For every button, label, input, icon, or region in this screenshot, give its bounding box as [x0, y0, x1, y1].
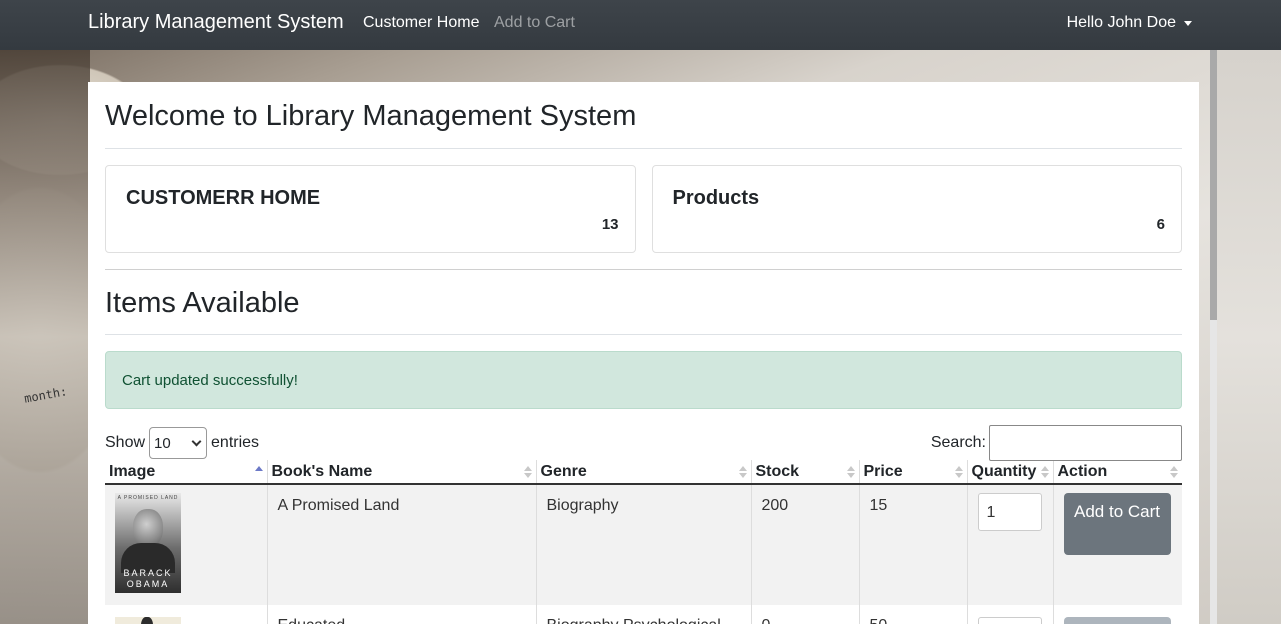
background-left	[0, 50, 90, 624]
section-title: Items Available	[105, 287, 1182, 335]
card-count: 6	[1156, 216, 1165, 233]
cover-author: BARACK OBAMA	[123, 568, 173, 589]
column-header-quantity[interactable]: Quantity	[967, 460, 1054, 485]
cell-image	[105, 605, 268, 624]
book-cover-image: A PROMISED LAND BARACK OBAMA	[115, 493, 181, 593]
column-header-action[interactable]: Action	[1053, 460, 1182, 485]
nav-customer-home[interactable]: Customer Home	[363, 14, 479, 32]
table-header-row: Image Book's Name Genre Stock Price Quan…	[105, 460, 1182, 485]
book-cover-image	[115, 617, 181, 624]
cell-action: Add to Cart	[1053, 484, 1182, 605]
cover-title: A PROMISED LAND	[117, 495, 179, 501]
column-label: Book's Name	[271, 462, 373, 480]
column-header-stock[interactable]: Stock	[751, 460, 860, 485]
search-input[interactable]	[989, 425, 1182, 461]
quantity-input[interactable]	[977, 617, 1042, 624]
sort-icon	[1040, 466, 1049, 480]
sort-icon	[1170, 466, 1178, 480]
cell-genre: Biography Psychological	[536, 605, 752, 624]
main-container: Welcome to Library Management System CUS…	[88, 82, 1199, 624]
page-length-select[interactable]: 10	[149, 427, 208, 459]
card-title: CUSTOMERR HOME	[126, 187, 321, 209]
page-length-control: Show 10 entries	[105, 427, 259, 459]
cell-stock: 0	[751, 605, 860, 624]
sort-icon	[523, 466, 532, 480]
page-title: Welcome to Library Management System	[105, 100, 1182, 149]
chevron-down-icon	[191, 436, 202, 446]
cell-quantity: 1	[967, 484, 1054, 605]
sort-icon	[846, 466, 855, 480]
nav-add-to-cart[interactable]: Add to Cart	[494, 14, 575, 32]
column-header-genre[interactable]: Genre	[536, 460, 752, 485]
column-label: Price	[863, 462, 903, 480]
cell-action	[1053, 605, 1182, 624]
table-row: Educated Biography Psychological 0 50	[105, 605, 1182, 624]
page-length-value: 10	[154, 434, 171, 452]
cell-price: 50	[859, 605, 968, 624]
navbar: Library Management System Customer Home …	[0, 0, 1281, 50]
column-header-image[interactable]: Image	[105, 460, 268, 485]
table-row: A PROMISED LAND BARACK OBAMA A Promised …	[105, 484, 1182, 605]
user-dropdown[interactable]: Hello John Doe	[1067, 14, 1192, 32]
column-label: Action	[1057, 462, 1108, 480]
sort-icon	[738, 466, 747, 480]
search-control: Search:	[931, 425, 1182, 461]
user-greeting: Hello John Doe	[1066, 14, 1176, 31]
show-label: Show	[105, 434, 146, 451]
divider	[105, 269, 1182, 270]
background-right	[1211, 50, 1281, 624]
caret-down-icon	[1184, 20, 1192, 26]
column-label: Image	[109, 462, 156, 480]
entries-label: entries	[211, 434, 260, 451]
datatable-controls: Show 10 entries Search:	[105, 425, 1182, 461]
column-header-name[interactable]: Book's Name	[267, 460, 537, 485]
cell-quantity	[967, 605, 1054, 624]
cell-image: A PROMISED LAND BARACK OBAMA	[105, 484, 268, 605]
books-table: Image Book's Name Genre Stock Price Quan…	[105, 460, 1182, 624]
add-to-cart-button[interactable]: Add to Cart	[1063, 493, 1171, 555]
card-title: Products	[672, 187, 760, 209]
column-label: Stock	[755, 462, 800, 480]
add-to-cart-button[interactable]	[1063, 617, 1171, 624]
card-count: 13	[601, 216, 619, 233]
search-label: Search:	[930, 434, 986, 451]
card-products: Products 6	[651, 165, 1182, 253]
navbar-brand[interactable]: Library Management System	[88, 11, 344, 34]
quantity-input[interactable]: 1	[977, 493, 1042, 531]
card-customer-home: CUSTOMERR HOME 13	[105, 165, 636, 253]
success-alert: Cart updated successfully!	[105, 351, 1182, 409]
cell-name: A Promised Land	[267, 484, 537, 605]
column-header-price[interactable]: Price	[859, 460, 968, 485]
cell-price: 15	[859, 484, 968, 605]
cell-stock: 200	[751, 484, 860, 605]
column-label: Genre	[540, 462, 587, 480]
sort-icon	[954, 466, 963, 480]
cover-portrait	[133, 509, 163, 547]
sort-ascending-icon	[254, 466, 263, 480]
column-label: Quantity	[971, 462, 1037, 480]
stat-cards: CUSTOMERR HOME 13 Products 6	[105, 165, 1182, 253]
cell-name: Educated	[267, 605, 537, 624]
scrollbar-thumb[interactable]	[1210, 50, 1217, 320]
cell-genre: Biography	[536, 484, 752, 605]
